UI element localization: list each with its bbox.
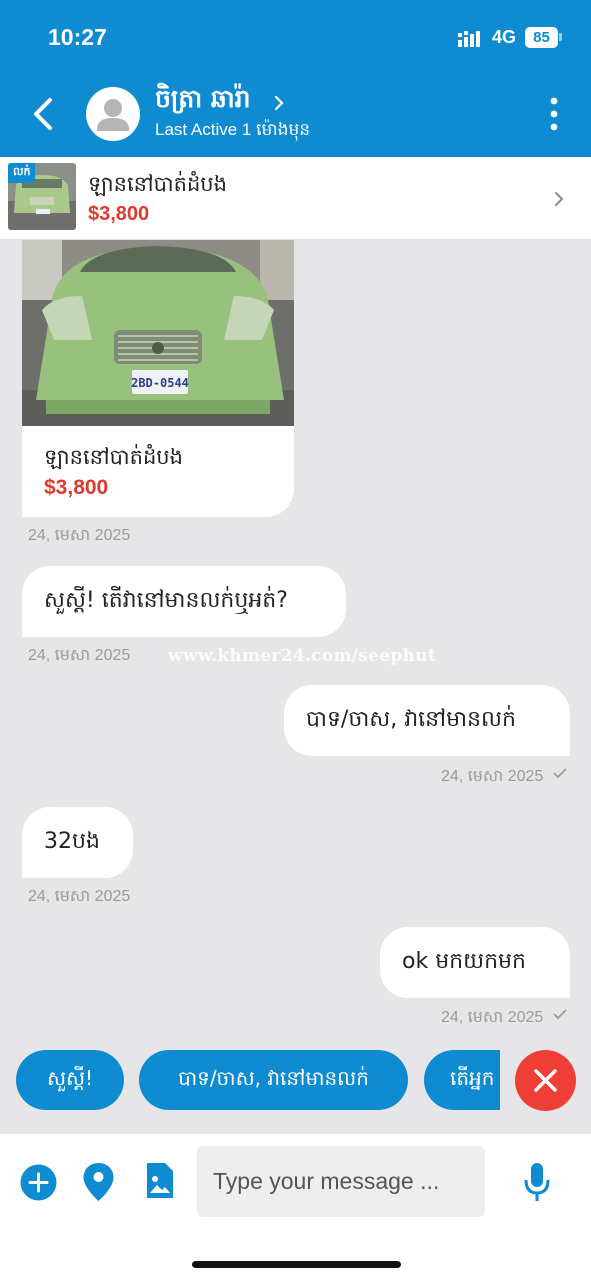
message-timestamp: 24, មេសា 2025 bbox=[441, 1009, 544, 1026]
user-avatar-icon[interactable] bbox=[86, 87, 140, 141]
card-title: ឡាននៅបាត់ដំបង bbox=[44, 445, 183, 469]
listing-title: ឡាននៅបាត់ដំបង bbox=[88, 172, 227, 196]
contact-name[interactable]: ចិត្រា ឆារ៉ា bbox=[155, 84, 251, 120]
message-timestamp: 24, មេសា 2025 bbox=[28, 888, 131, 905]
outgoing-message: បាទ/ចាស, វានៅមានលក់ bbox=[284, 685, 570, 756]
quick-reply-chip[interactable]: បាទ/ចាស, វានៅមានលក់ bbox=[139, 1050, 408, 1110]
battery-tip bbox=[559, 33, 562, 41]
last-active-status: Last Active 1 ម៉ោងមុន bbox=[155, 120, 311, 139]
image-icon[interactable] bbox=[145, 1162, 174, 1199]
outgoing-message: ok មកយកមក bbox=[380, 927, 570, 998]
message-text: ok មកយកមក bbox=[402, 948, 526, 974]
signal-icon bbox=[458, 31, 480, 47]
chat-header: 10:27 4G 85 ចិត្រា ឆារ៉ា Last Active 1 ម… bbox=[0, 0, 591, 157]
home-indicator[interactable] bbox=[192, 1261, 401, 1268]
quick-reply-chip[interactable]: សួស្តី! bbox=[16, 1050, 124, 1110]
close-quick-replies-button[interactable] bbox=[515, 1050, 576, 1111]
message-text: 32បង bbox=[44, 828, 100, 854]
status-bar: 10:27 4G 85 bbox=[0, 0, 591, 76]
incoming-message: 32បង bbox=[22, 807, 133, 878]
license-plate: 2BD-0544 bbox=[131, 376, 189, 390]
card-price: $3,800 bbox=[44, 476, 109, 499]
back-arrow-icon[interactable] bbox=[26, 94, 62, 134]
incoming-message: សួស្តី! តើវានៅមានលក់ឬអត់? bbox=[22, 566, 346, 637]
close-icon bbox=[534, 1069, 557, 1092]
message-timestamp: 24, មេសា 2025 bbox=[28, 527, 131, 544]
more-vertical-icon[interactable] bbox=[544, 96, 564, 132]
chevron-right-icon[interactable] bbox=[272, 94, 286, 112]
message-timestamp: 24, មេសា 2025 bbox=[441, 768, 544, 785]
location-pin-icon[interactable] bbox=[82, 1162, 115, 1202]
microphone-icon[interactable] bbox=[523, 1162, 551, 1203]
message-timestamp: 24, មេសា 2025 bbox=[28, 647, 131, 664]
message-text: សួស្តី! តើវានៅមានលក់ឬអត់? bbox=[44, 587, 288, 613]
message-text: បាទ/ចាស, វានៅមានលក់ bbox=[306, 706, 516, 732]
sent-check-icon bbox=[553, 1009, 567, 1020]
sent-check-icon bbox=[553, 768, 567, 779]
listing-price: $3,800 bbox=[88, 203, 150, 225]
car-photo: 2BD-0544 bbox=[22, 240, 294, 426]
battery-indicator: 85 bbox=[525, 27, 558, 48]
status-time: 10:27 bbox=[48, 24, 107, 50]
sale-badge: លក់ bbox=[8, 163, 36, 183]
listing-summary[interactable]: លក់ ឡាននៅបាត់ដំបង $3,800 bbox=[0, 157, 591, 240]
chevron-right-icon[interactable] bbox=[553, 190, 565, 208]
quick-reply-chip[interactable]: តើអ្នក bbox=[424, 1050, 500, 1110]
shared-listing-card[interactable]: 2BD-0544 ឡាននៅបាត់ដំបង $3,800 bbox=[22, 240, 294, 517]
network-type: 4G bbox=[492, 27, 517, 47]
message-input[interactable] bbox=[197, 1146, 485, 1217]
add-icon[interactable] bbox=[20, 1164, 57, 1201]
listing-thumbnail: លក់ bbox=[8, 163, 76, 230]
watermark: www.khmer24.com/seephut bbox=[168, 646, 437, 666]
